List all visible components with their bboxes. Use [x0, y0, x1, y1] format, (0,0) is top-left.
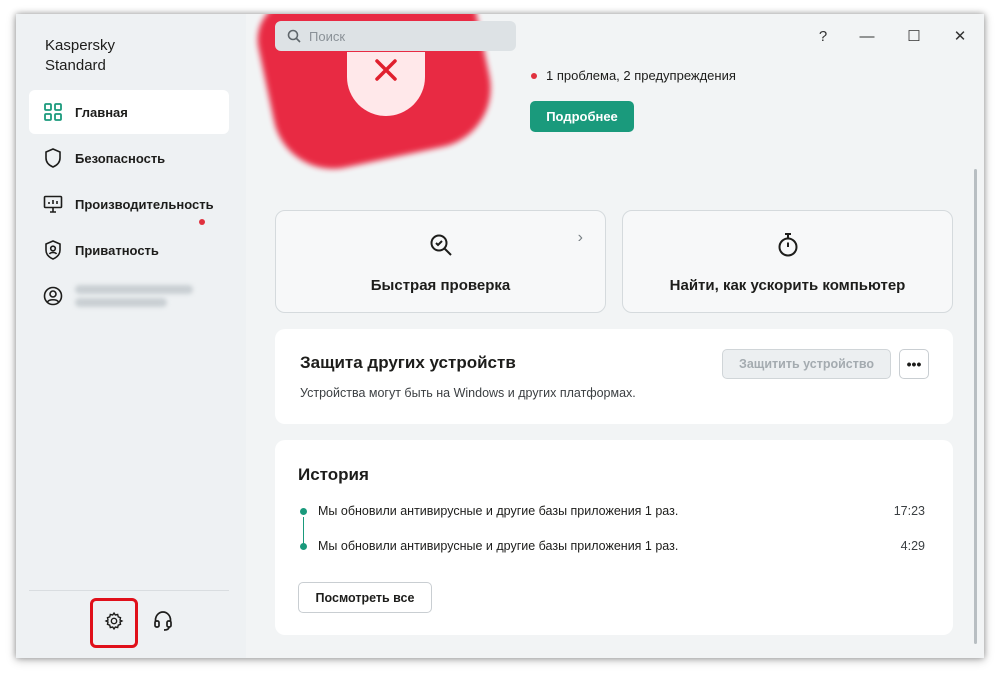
search-icon [287, 29, 301, 43]
sidebar-item-label: Приватность [75, 242, 159, 258]
sidebar-item-privacy[interactable]: Приватность [29, 228, 229, 272]
headset-icon [153, 610, 173, 637]
tile-label: Найти, как ускорить компьютер [669, 277, 906, 294]
privacy-shield-icon [43, 240, 63, 260]
status-dot [531, 72, 537, 79]
devices-description: Устройства могут быть на Windows и други… [300, 386, 636, 400]
maximize-button[interactable]: ☐ [902, 24, 926, 48]
history-title: История [298, 465, 369, 484]
settings-button[interactable] [90, 598, 138, 648]
monitor-icon [43, 194, 63, 214]
view-all-button[interactable]: Посмотреть все [298, 582, 432, 613]
notification-dot [199, 219, 205, 225]
more-options-button[interactable]: ••• [899, 349, 929, 379]
quick-scan-icon [428, 231, 454, 259]
dashboard-icon [43, 102, 63, 122]
devices-title: Защита других устройств [300, 353, 516, 372]
history-item: Мы обновили антивирусные и другие базы п… [298, 539, 925, 553]
history-card: История Мы обновили антивирусные и други… [275, 440, 953, 635]
help-button[interactable]: ? [811, 24, 835, 48]
sidebar-item-security[interactable]: Безопасность [29, 136, 229, 180]
sidebar-item-label: Безопасность [75, 150, 166, 166]
sidebar: Kaspersky Standard Главная Безопасность … [16, 14, 246, 658]
history-item: Мы обновили антивирусные и другие базы п… [298, 504, 925, 518]
sidebar-item-home[interactable]: Главная [29, 90, 229, 134]
sidebar-item-label: Производительность [75, 196, 214, 212]
sidebar-divider [29, 590, 229, 591]
quick-scan-tile[interactable]: › Быстрая проверка [275, 210, 606, 313]
sidebar-nav: Главная Безопасность Производительность … [29, 90, 229, 320]
chevron-right-icon: › [577, 229, 583, 246]
tile-label: Быстрая проверка [370, 277, 511, 294]
sidebar-item-label: Главная [75, 104, 128, 120]
search-placeholder: Поиск [309, 28, 346, 44]
app-window: Kaspersky Standard Главная Безопасность … [16, 14, 984, 658]
scrollbar[interactable] [974, 169, 977, 644]
minimize-button[interactable]: — [855, 24, 879, 48]
gear-icon [104, 611, 124, 636]
history-dot [300, 507, 307, 515]
speed-up-tile[interactable]: Найти, как ускорить компьютер [622, 210, 953, 313]
details-button[interactable]: Подробнее [530, 101, 634, 132]
account-icon [43, 286, 63, 306]
close-button[interactable]: ✕ [948, 24, 972, 48]
history-dot [300, 542, 307, 550]
sidebar-item-account[interactable] [29, 274, 229, 318]
app-title: Kaspersky Standard [45, 37, 116, 74]
account-name-blurred [75, 285, 193, 307]
protection-status: 1 проблема, 2 предупреждения [531, 68, 736, 83]
search-input[interactable]: Поиск [275, 21, 516, 51]
devices-card: Защита других устройств Устройства могут… [275, 329, 953, 424]
protect-device-button[interactable]: Защитить устройство [722, 349, 891, 379]
support-button[interactable] [150, 610, 176, 636]
shield-icon [43, 148, 63, 168]
stopwatch-icon [776, 231, 800, 259]
